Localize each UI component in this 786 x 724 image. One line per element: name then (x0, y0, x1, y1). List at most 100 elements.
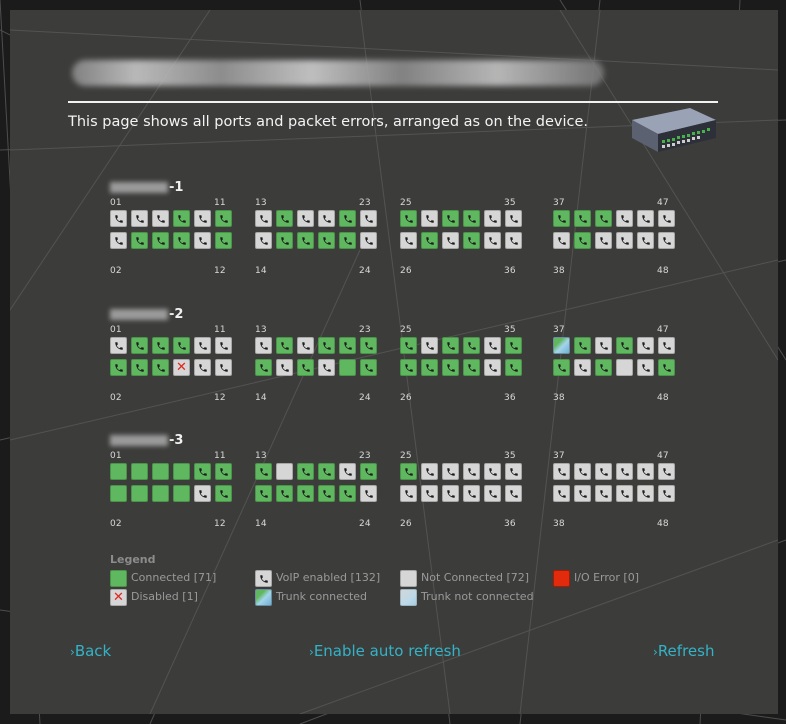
port[interactable] (463, 359, 480, 376)
port[interactable] (595, 232, 612, 249)
port[interactable] (637, 463, 654, 480)
port[interactable] (574, 337, 591, 354)
port[interactable] (173, 463, 190, 480)
port[interactable] (173, 337, 190, 354)
port[interactable] (152, 232, 169, 249)
port[interactable] (658, 337, 675, 354)
port[interactable] (255, 359, 272, 376)
port[interactable] (637, 210, 654, 227)
port[interactable] (360, 337, 377, 354)
port[interactable] (400, 359, 417, 376)
port[interactable] (276, 463, 293, 480)
port[interactable] (276, 232, 293, 249)
port[interactable] (255, 337, 272, 354)
port[interactable] (400, 232, 417, 249)
port[interactable] (505, 232, 522, 249)
port[interactable] (131, 463, 148, 480)
port[interactable] (297, 337, 314, 354)
port[interactable] (463, 232, 480, 249)
port[interactable] (110, 463, 127, 480)
port[interactable] (297, 485, 314, 502)
port[interactable] (360, 359, 377, 376)
port[interactable] (637, 337, 654, 354)
port[interactable] (297, 463, 314, 480)
port[interactable] (463, 337, 480, 354)
port[interactable] (194, 485, 211, 502)
port[interactable] (442, 232, 459, 249)
port[interactable] (339, 232, 356, 249)
port[interactable] (215, 485, 232, 502)
port[interactable] (152, 359, 169, 376)
port[interactable] (339, 337, 356, 354)
port[interactable] (215, 463, 232, 480)
port[interactable]: ✕ (173, 359, 190, 376)
port[interactable] (505, 463, 522, 480)
port[interactable] (152, 463, 169, 480)
port[interactable] (442, 210, 459, 227)
port[interactable] (131, 485, 148, 502)
port[interactable] (484, 359, 501, 376)
port[interactable] (173, 485, 190, 502)
port[interactable] (505, 359, 522, 376)
port[interactable] (442, 463, 459, 480)
port[interactable] (421, 485, 438, 502)
port[interactable] (637, 359, 654, 376)
port[interactable] (574, 359, 591, 376)
port[interactable] (297, 210, 314, 227)
refresh-link[interactable]: ›Refresh (653, 642, 714, 660)
port[interactable] (553, 210, 570, 227)
port[interactable] (131, 359, 148, 376)
port[interactable] (255, 485, 272, 502)
port[interactable] (318, 485, 335, 502)
port[interactable] (484, 210, 501, 227)
port[interactable] (318, 359, 335, 376)
port[interactable] (276, 210, 293, 227)
port[interactable] (215, 337, 232, 354)
port[interactable] (463, 210, 480, 227)
port[interactable] (658, 359, 675, 376)
port[interactable] (152, 337, 169, 354)
port[interactable] (463, 485, 480, 502)
port[interactable] (484, 463, 501, 480)
port[interactable] (173, 210, 190, 227)
port[interactable] (110, 359, 127, 376)
port[interactable] (131, 232, 148, 249)
port[interactable] (442, 485, 459, 502)
port[interactable] (442, 359, 459, 376)
port[interactable] (616, 232, 633, 249)
port[interactable] (400, 337, 417, 354)
port[interactable] (637, 232, 654, 249)
port[interactable] (255, 210, 272, 227)
port[interactable] (442, 337, 459, 354)
port[interactable] (553, 463, 570, 480)
port[interactable] (637, 485, 654, 502)
port[interactable] (152, 485, 169, 502)
port[interactable] (595, 210, 612, 227)
port[interactable] (553, 232, 570, 249)
port[interactable] (400, 485, 417, 502)
port[interactable] (339, 463, 356, 480)
port[interactable] (553, 337, 570, 354)
port[interactable] (505, 485, 522, 502)
port[interactable] (616, 210, 633, 227)
port[interactable] (194, 337, 211, 354)
enable-auto-refresh-link[interactable]: ›Enable auto refresh (309, 642, 461, 660)
port[interactable] (360, 210, 377, 227)
port[interactable] (255, 232, 272, 249)
port[interactable] (505, 210, 522, 227)
port[interactable] (484, 337, 501, 354)
port[interactable] (484, 485, 501, 502)
port[interactable] (339, 210, 356, 227)
port[interactable] (215, 359, 232, 376)
port[interactable] (318, 337, 335, 354)
port[interactable] (194, 359, 211, 376)
port[interactable] (421, 232, 438, 249)
port[interactable] (131, 210, 148, 227)
port[interactable] (276, 359, 293, 376)
port[interactable] (173, 232, 190, 249)
port[interactable] (595, 485, 612, 502)
port[interactable] (553, 485, 570, 502)
port[interactable] (616, 337, 633, 354)
port[interactable] (658, 232, 675, 249)
port[interactable] (616, 485, 633, 502)
